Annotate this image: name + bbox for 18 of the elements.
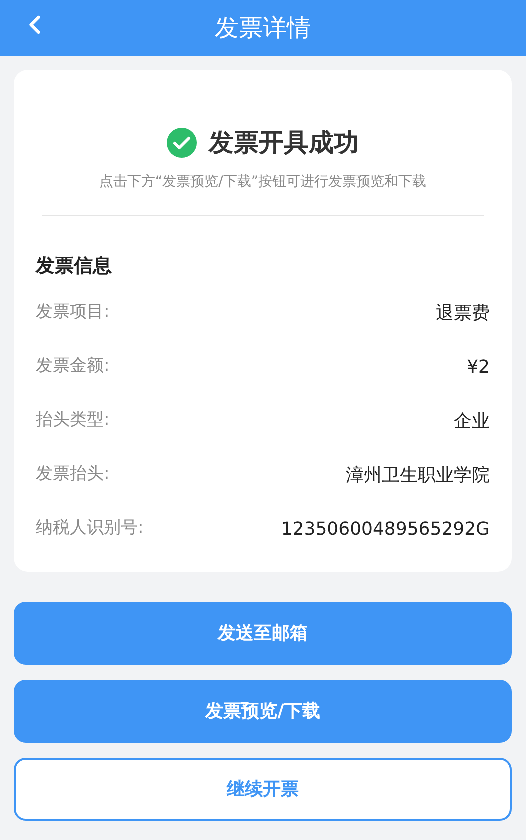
field-label: 纳税人识别号: bbox=[36, 517, 144, 540]
action-button[interactable]: 继续开票 bbox=[14, 758, 512, 821]
field-value: 企业 bbox=[454, 410, 490, 434]
field-label: 发票抬头: bbox=[36, 463, 110, 486]
action-button[interactable]: 发送至邮箱 bbox=[14, 602, 512, 665]
field-value: 退票费 bbox=[436, 302, 490, 326]
status-hint: 点击下方“发票预览/下载”按钮可进行发票预览和下载 bbox=[98, 172, 428, 192]
field-label: 抬头类型: bbox=[36, 409, 110, 432]
field-value: 漳州卫生职业学院 bbox=[346, 464, 490, 488]
field-label: 发票项目: bbox=[36, 301, 110, 324]
status-title: 发票开具成功 bbox=[209, 127, 359, 159]
section-heading: 发票信息 bbox=[36, 254, 113, 278]
check-circle-icon bbox=[167, 128, 197, 158]
action-button[interactable]: 发票预览/下载 bbox=[14, 680, 512, 743]
page-title: 发票详情 bbox=[215, 13, 311, 44]
field-value: 12350600489565292G bbox=[281, 518, 490, 542]
field-value: ¥2 bbox=[467, 356, 490, 380]
field-label: 发票金额: bbox=[36, 355, 110, 378]
